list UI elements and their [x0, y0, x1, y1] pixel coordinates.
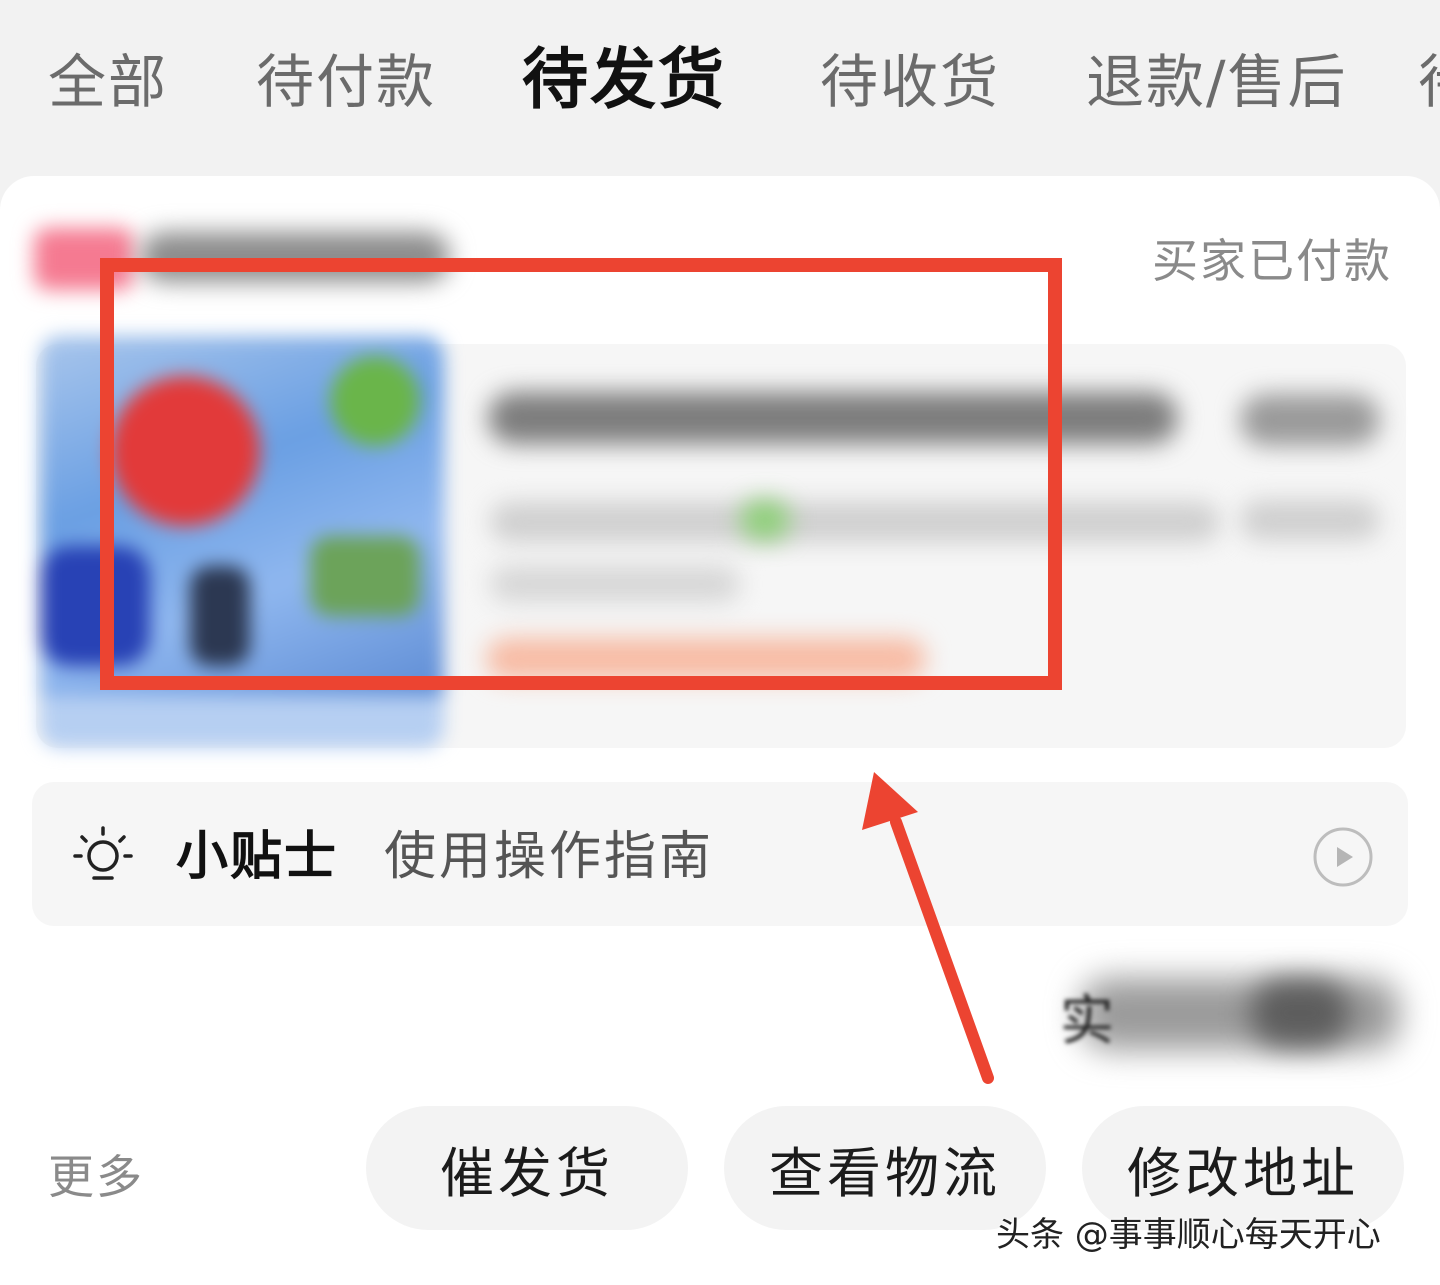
watermark-text: 头条 @事事顺心每天开心: [996, 1215, 1381, 1255]
tab-all[interactable]: 全部: [48, 40, 168, 124]
tips-title: 小贴士: [176, 827, 339, 887]
tab-pending-payment[interactable]: 待付款: [256, 40, 436, 124]
total-price-amount-blurred: [1250, 980, 1350, 1046]
product-price-blurred: [1240, 394, 1380, 446]
order-status-label: 买家已付款: [1152, 234, 1392, 288]
tab-pending-shipment[interactable]: 待发货: [522, 38, 726, 122]
price-prefix-blurred: 实: [1060, 989, 1114, 1052]
total-price-blurred: [1080, 978, 1400, 1050]
tab-overflow-partial: 待: [1418, 40, 1440, 124]
play-circle-icon[interactable]: [1312, 826, 1374, 888]
order-status-tabs: 全部 待付款 待发货 待收货 退款/售后 待: [0, 0, 1440, 170]
tab-pending-receipt[interactable]: 待收货: [820, 40, 1000, 124]
lightbulb-icon: [73, 826, 133, 880]
product-quantity-blurred: [1240, 500, 1380, 540]
highlight-box-annotation: [100, 258, 1062, 690]
tips-guide-link[interactable]: 使用操作指南: [384, 820, 714, 894]
urge-shipment-button[interactable]: 催发货: [366, 1106, 688, 1230]
more-actions-link[interactable]: 更多: [48, 1142, 144, 1212]
tab-refund-after-sale[interactable]: 退款/售后: [1086, 40, 1348, 124]
